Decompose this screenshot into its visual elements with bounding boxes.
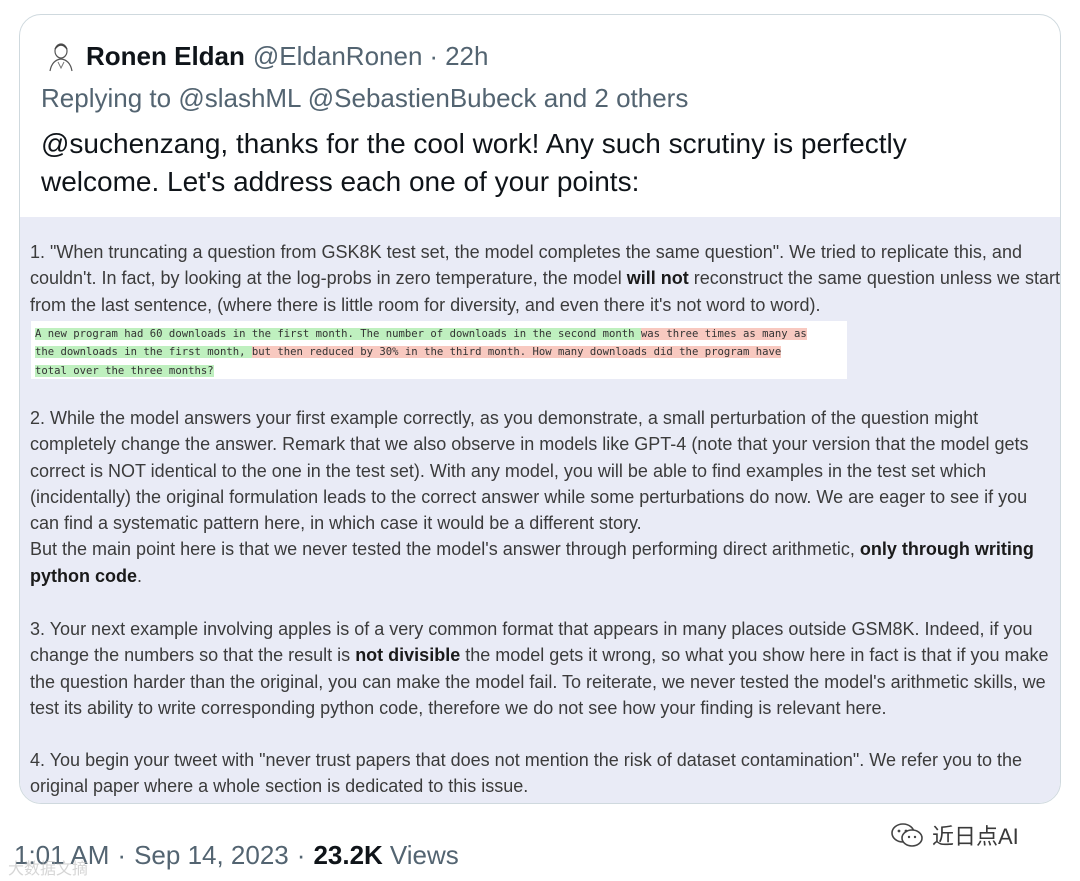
tweet-header: Ronen Eldan @EldanRonen · 22h	[46, 39, 488, 73]
point-2: 2. While the model answers your first ex…	[30, 408, 1034, 586]
views-label: Views	[389, 839, 459, 870]
views-count[interactable]: 23.2K	[313, 840, 382, 871]
point-1: 1. "When truncating a question from GSK8…	[30, 242, 1060, 315]
reply-mentions[interactable]: @slashML @SebastienBubeck	[178, 83, 536, 113]
footer-separator-2: ·	[296, 839, 306, 870]
question-snippet: A new program had 60 downloads in the fi…	[31, 321, 847, 379]
point-3: 3. Your next example involving apples is…	[30, 619, 1049, 718]
header-separator: ·	[429, 40, 439, 71]
author-name[interactable]: Ronen Eldan	[86, 41, 245, 72]
wechat-icon	[890, 822, 924, 848]
watermark-text: 近日点AI	[932, 824, 1019, 849]
tweet-card[interactable]: Ronen Eldan @EldanRonen · 22h Replying t…	[19, 14, 1061, 804]
time-ago[interactable]: 22h	[445, 41, 488, 72]
watermark: 近日点AI	[890, 815, 1019, 855]
replying-prefix: Replying to	[41, 83, 172, 113]
watermark-left: 大数据文摘	[8, 861, 89, 878]
tweet-text: @suchenzang, thanks for the cool work! A…	[41, 128, 907, 197]
footer-separator: ·	[117, 839, 127, 870]
replying-to: Replying to @slashML @SebastienBubeck an…	[41, 83, 688, 114]
attached-image[interactable]: 1. "When truncating a question from GSK8…	[20, 217, 1060, 803]
post-date[interactable]: Sep 14, 2023	[134, 840, 289, 871]
reply-others[interactable]: and 2 others	[544, 83, 689, 113]
author-handle[interactable]: @EldanRonen	[253, 41, 423, 72]
avatar[interactable]	[46, 40, 76, 72]
point-4: 4. You begin your tweet with "never trus…	[30, 750, 1023, 797]
